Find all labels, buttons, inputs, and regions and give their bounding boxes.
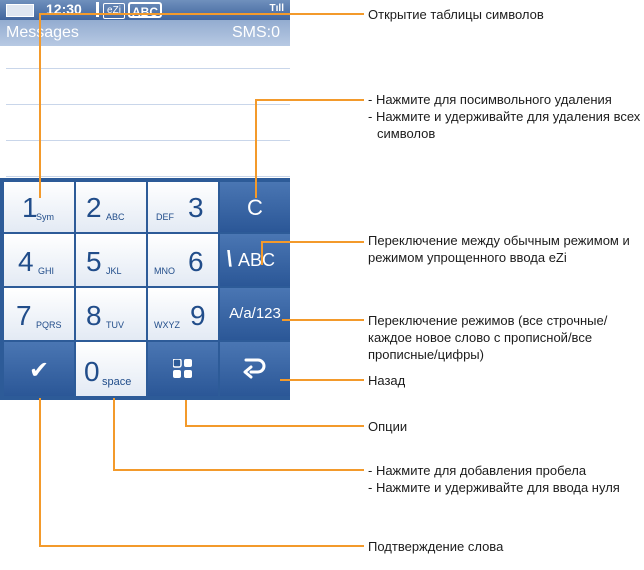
callout-space: - Нажмите для добавления пробела - Нажми… bbox=[368, 463, 620, 495]
callout-delete: - Нажмите для посимвольного удаления - Н… bbox=[368, 92, 641, 141]
callout-confirm: Подтверждение слова bbox=[368, 539, 504, 554]
callout-back: Назад bbox=[368, 373, 406, 388]
leader-delete bbox=[255, 99, 364, 198]
leader-confirm bbox=[39, 398, 364, 547]
callout-symbols-table: Открытие таблицы символов bbox=[368, 7, 544, 22]
leader-symbols bbox=[39, 13, 364, 198]
callout-options: Опции bbox=[368, 419, 408, 434]
callout-case-mode: Переключение режимов (все строчные/ кажд… bbox=[368, 313, 608, 362]
leader-options bbox=[185, 400, 364, 427]
leader-space bbox=[113, 398, 364, 471]
leader-ezi bbox=[261, 241, 364, 265]
callout-ezi-toggle: Переключение между обычным режимом и реж… bbox=[368, 233, 630, 265]
